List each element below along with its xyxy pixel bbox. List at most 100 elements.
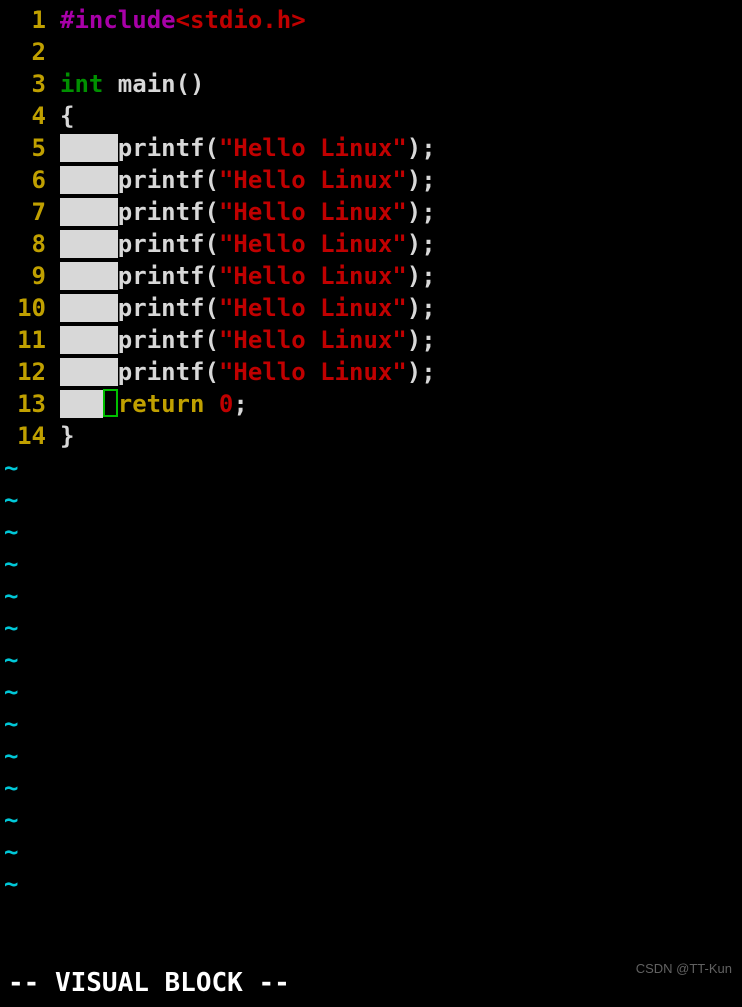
- code-content[interactable]: #include<stdio.h>: [60, 4, 742, 36]
- paren-token: (: [205, 230, 219, 258]
- empty-line: ~: [0, 484, 742, 516]
- paren-token: );: [407, 166, 436, 194]
- string-token: "Hello Linux": [219, 294, 407, 322]
- string-token: "Hello Linux": [219, 198, 407, 226]
- preproc-token: #include: [60, 6, 176, 34]
- line-number: 12: [0, 356, 60, 388]
- code-content[interactable]: printf("Hello Linux");: [60, 324, 742, 356]
- line-number: 3: [0, 68, 60, 100]
- function-token: printf: [118, 166, 205, 194]
- empty-line: ~: [0, 772, 742, 804]
- paren-token: (: [205, 262, 219, 290]
- tilde-icon: ~: [0, 484, 18, 516]
- tilde-icon: ~: [0, 676, 18, 708]
- empty-line: ~: [0, 804, 742, 836]
- visual-selection[interactable]: [60, 390, 103, 418]
- tilde-icon: ~: [0, 580, 18, 612]
- visual-selection[interactable]: [60, 166, 118, 194]
- code-content[interactable]: printf("Hello Linux");: [60, 292, 742, 324]
- code-content[interactable]: printf("Hello Linux");: [60, 260, 742, 292]
- visual-selection[interactable]: [60, 262, 118, 290]
- visual-selection[interactable]: [60, 294, 118, 322]
- tilde-icon: ~: [0, 868, 18, 900]
- code-content[interactable]: {: [60, 100, 742, 132]
- code-content[interactable]: printf("Hello Linux");: [60, 164, 742, 196]
- paren-token: (: [205, 198, 219, 226]
- string-token: "Hello Linux": [219, 326, 407, 354]
- visual-selection[interactable]: [60, 198, 118, 226]
- tilde-icon: ~: [0, 548, 18, 580]
- tilde-icon: ~: [0, 452, 18, 484]
- line-number: 10: [0, 292, 60, 324]
- space-token: [204, 390, 218, 418]
- tilde-icon: ~: [0, 836, 18, 868]
- tilde-icon: ~: [0, 708, 18, 740]
- code-content[interactable]: printf("Hello Linux");: [60, 132, 742, 164]
- code-content[interactable]: [60, 36, 742, 68]
- code-line[interactable]: 2: [0, 36, 742, 68]
- number-token: 0: [219, 390, 233, 418]
- keyword-token: return: [118, 390, 205, 418]
- string-token: "Hello Linux": [219, 262, 407, 290]
- code-line[interactable]: 8 printf("Hello Linux");: [0, 228, 742, 260]
- visual-selection[interactable]: [60, 358, 118, 386]
- paren-token: );: [407, 294, 436, 322]
- function-token: printf: [118, 198, 205, 226]
- function-token: printf: [118, 230, 205, 258]
- tilde-icon: ~: [0, 516, 18, 548]
- string-token: "Hello Linux": [219, 134, 407, 162]
- header-token: <stdio.h>: [176, 6, 306, 34]
- visual-selection[interactable]: [60, 134, 118, 162]
- brace-token: }: [60, 422, 74, 450]
- empty-line: ~: [0, 740, 742, 772]
- paren-token: (): [176, 70, 205, 98]
- code-line[interactable]: 12 printf("Hello Linux");: [0, 356, 742, 388]
- code-content[interactable]: int main(): [60, 68, 742, 100]
- line-number: 5: [0, 132, 60, 164]
- code-content[interactable]: printf("Hello Linux");: [60, 356, 742, 388]
- string-token: "Hello Linux": [219, 358, 407, 386]
- line-number: 2: [0, 36, 60, 68]
- empty-line: ~: [0, 836, 742, 868]
- line-number: 13: [0, 388, 60, 420]
- empty-line: ~: [0, 516, 742, 548]
- code-content[interactable]: return 0;: [60, 388, 742, 420]
- code-line[interactable]: 11 printf("Hello Linux");: [0, 324, 742, 356]
- line-number: 6: [0, 164, 60, 196]
- tilde-icon: ~: [0, 804, 18, 836]
- code-content[interactable]: }: [60, 420, 742, 452]
- line-number: 4: [0, 100, 60, 132]
- code-line[interactable]: 1 #include<stdio.h>: [0, 4, 742, 36]
- code-line[interactable]: 14 }: [0, 420, 742, 452]
- paren-token: );: [407, 134, 436, 162]
- visual-selection[interactable]: [60, 326, 118, 354]
- code-line[interactable]: 6 printf("Hello Linux");: [0, 164, 742, 196]
- code-line[interactable]: 5 printf("Hello Linux");: [0, 132, 742, 164]
- code-line[interactable]: 10 printf("Hello Linux");: [0, 292, 742, 324]
- line-number: 14: [0, 420, 60, 452]
- paren-token: );: [407, 358, 436, 386]
- function-token: printf: [118, 262, 205, 290]
- function-token: printf: [118, 294, 205, 322]
- code-line[interactable]: 4 {: [0, 100, 742, 132]
- code-content[interactable]: printf("Hello Linux");: [60, 228, 742, 260]
- code-content[interactable]: printf("Hello Linux");: [60, 196, 742, 228]
- empty-line: ~: [0, 708, 742, 740]
- line-number: 7: [0, 196, 60, 228]
- empty-line: ~: [0, 868, 742, 900]
- code-line[interactable]: 3 int main(): [0, 68, 742, 100]
- empty-line: ~: [0, 676, 742, 708]
- paren-token: (: [205, 166, 219, 194]
- code-line[interactable]: 7 printf("Hello Linux");: [0, 196, 742, 228]
- paren-token: (: [205, 134, 219, 162]
- brace-token: {: [60, 102, 74, 130]
- function-token: printf: [118, 358, 205, 386]
- paren-token: (: [205, 294, 219, 322]
- code-line[interactable]: 13 return 0;: [0, 388, 742, 420]
- paren-token: );: [407, 262, 436, 290]
- tilde-icon: ~: [0, 612, 18, 644]
- code-line[interactable]: 9 printf("Hello Linux");: [0, 260, 742, 292]
- code-editor[interactable]: 1 #include<stdio.h> 2 3 int main() 4 { 5…: [0, 4, 742, 900]
- visual-selection[interactable]: [60, 230, 118, 258]
- tilde-icon: ~: [0, 772, 18, 804]
